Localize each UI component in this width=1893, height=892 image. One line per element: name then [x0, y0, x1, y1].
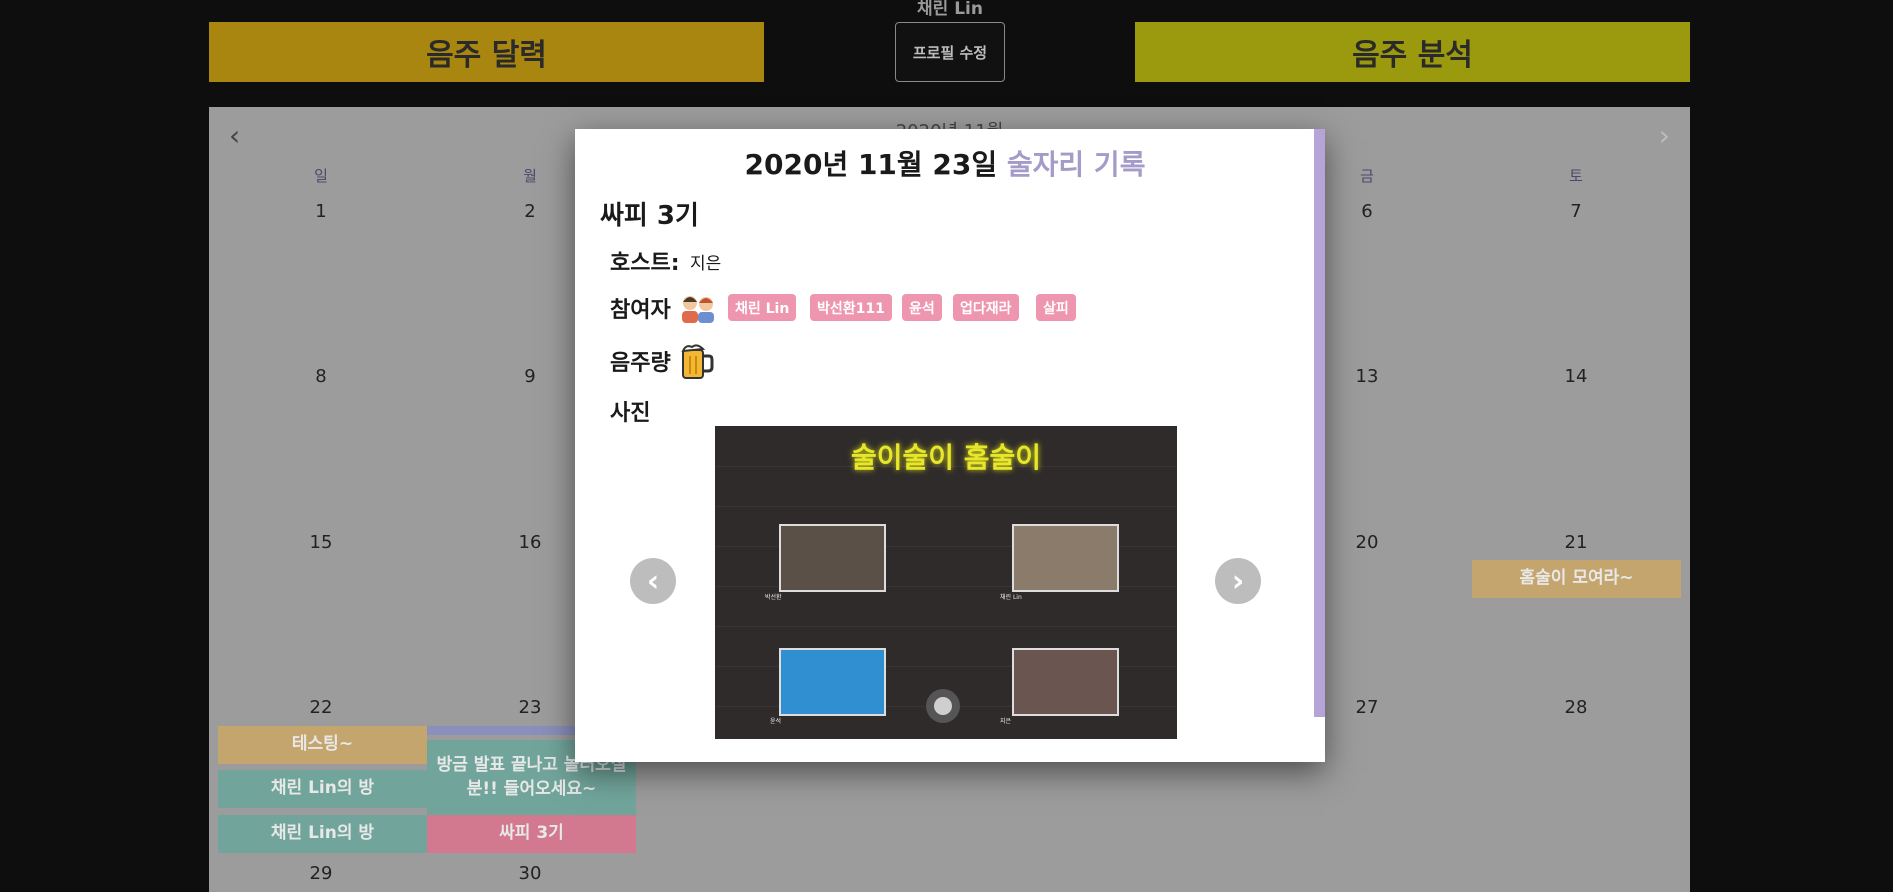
- host-value: 지은: [690, 254, 722, 274]
- video-tile: [1012, 524, 1119, 592]
- event-detail-modal: 2020년 11월 23일 술자리 기록 싸피 3기 호스트: 지은 참여자 채…: [575, 129, 1325, 762]
- participant-chip[interactable]: 채린 Lin: [728, 294, 797, 321]
- day-cell[interactable]: 13: [1337, 366, 1397, 387]
- weekday-sun: 일: [314, 167, 328, 185]
- username-label: 채린 Lin: [917, 0, 983, 19]
- day-cell[interactable]: 29: [291, 863, 351, 884]
- host-label: 호스트:: [610, 251, 680, 276]
- tile-name: 지은: [1000, 718, 1012, 725]
- next-month-button[interactable]: ›: [1659, 119, 1670, 152]
- event-ssafy-3[interactable]: 싸피 3기: [427, 815, 636, 853]
- participant-chip[interactable]: 살피: [1036, 294, 1076, 321]
- weekday-mon: 월: [523, 167, 537, 185]
- event-chaerin-room-2[interactable]: 채린 Lin의 방: [218, 815, 427, 853]
- participant-chip[interactable]: 업다재라: [953, 294, 1019, 321]
- weekday-sat: 토: [1569, 167, 1583, 185]
- edit-profile-button[interactable]: 프로필 수정: [895, 22, 1005, 82]
- record-title: 술자리 기록: [1006, 148, 1146, 181]
- drinking-calendar-tab[interactable]: 음주 달력: [209, 22, 764, 82]
- day-cell[interactable]: 7: [1546, 201, 1606, 222]
- beer-mug-icon: [680, 342, 714, 380]
- day-cell[interactable]: 27: [1337, 697, 1397, 718]
- participants-label: 참여자: [610, 298, 671, 323]
- video-tile: [779, 524, 886, 592]
- day-cell[interactable]: 2: [500, 201, 560, 222]
- photo-banner: 술이술이 홈술이: [850, 441, 1042, 474]
- day-cell[interactable]: 1: [291, 201, 351, 222]
- video-tile: [1012, 648, 1119, 716]
- modal-scrollbar[interactable]: [1314, 129, 1325, 717]
- day-cell[interactable]: 28: [1546, 697, 1606, 718]
- day-cell[interactable]: 16: [500, 532, 560, 553]
- day-cell[interactable]: 15: [291, 532, 351, 553]
- day-cell[interactable]: 6: [1337, 201, 1397, 222]
- day-cell[interactable]: 23: [500, 697, 560, 718]
- photo-next-button[interactable]: ›: [1215, 558, 1261, 604]
- tile-name: 박선환: [765, 594, 782, 601]
- day-cell[interactable]: 8: [291, 366, 351, 387]
- meeting-photo: 술이술이 홈술이 박선환 채린 Lin 윤석 지은: [715, 426, 1177, 739]
- event-holsul[interactable]: 홈술이 모여라~: [1472, 560, 1681, 598]
- photo-prev-button[interactable]: ‹: [630, 558, 676, 604]
- weekday-fri: 금: [1360, 167, 1374, 185]
- amount-label: 음주량: [610, 351, 671, 376]
- photo-label: 사진: [610, 401, 651, 426]
- tile-name: 윤석: [770, 718, 782, 725]
- day-cell[interactable]: 22: [291, 697, 351, 718]
- modal-title: 2020년 11월 23일 술자리 기록: [575, 143, 1315, 183]
- day-cell[interactable]: 9: [500, 366, 560, 387]
- day-cell[interactable]: 14: [1546, 366, 1606, 387]
- drinking-analysis-tab[interactable]: 음주 분석: [1135, 22, 1690, 82]
- people-icon: [679, 292, 715, 324]
- participant-chip[interactable]: 박선환111: [810, 294, 892, 321]
- day-cell[interactable]: 30: [500, 863, 560, 884]
- day-cell[interactable]: 20: [1337, 532, 1397, 553]
- event-chaerin-room-1[interactable]: 채린 Lin의 방: [218, 770, 427, 808]
- record-date: 2020년 11월 23일: [744, 148, 998, 181]
- day-cell[interactable]: 21: [1546, 532, 1606, 553]
- video-tile: [779, 648, 886, 716]
- group-name: 싸피 3기: [600, 201, 699, 231]
- event-testing[interactable]: 테스팅~: [218, 726, 427, 764]
- carousel-indicator[interactable]: [926, 689, 960, 723]
- tile-name: 채린 Lin: [1000, 594, 1022, 601]
- participant-chip[interactable]: 윤석: [902, 294, 942, 321]
